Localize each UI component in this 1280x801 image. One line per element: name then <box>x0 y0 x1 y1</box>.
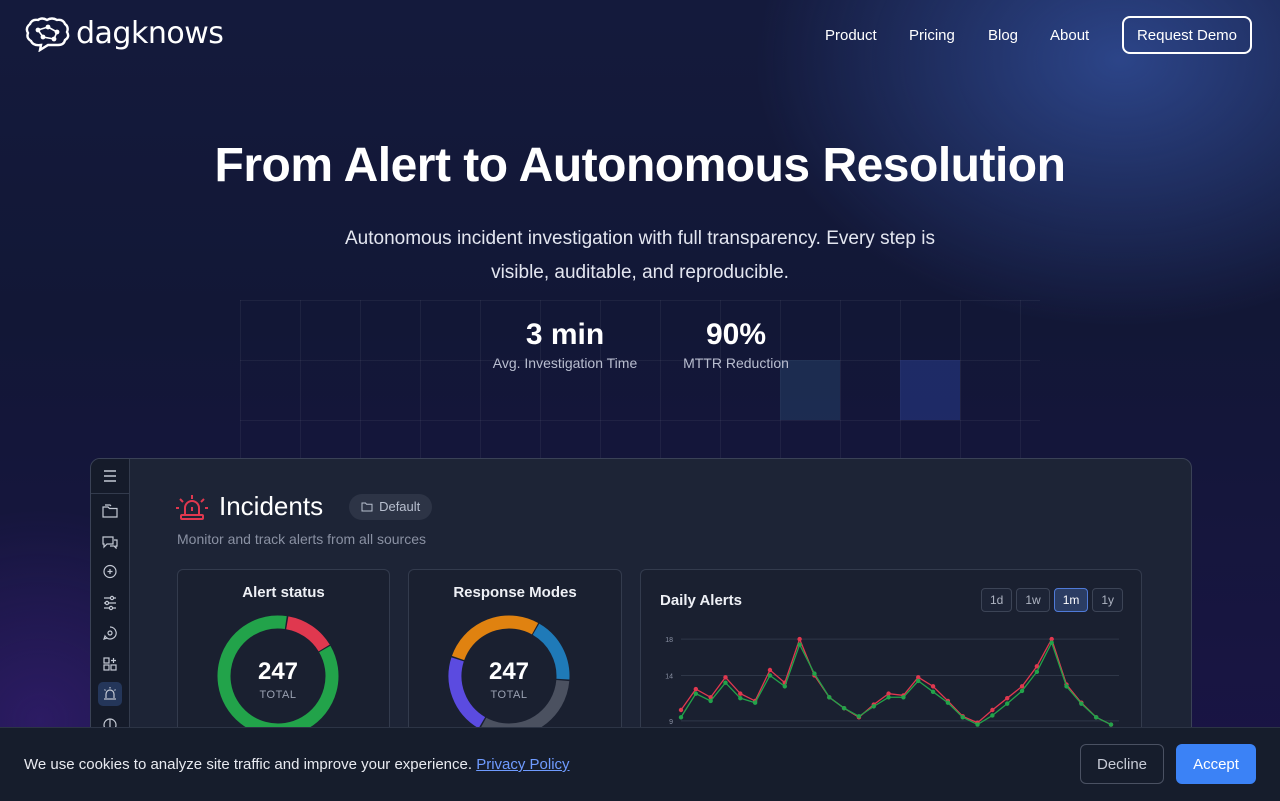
hero-subtitle: Autonomous incident investigation with f… <box>344 228 935 283</box>
data-point[interactable] <box>797 642 802 647</box>
stat-label: MTTR Reduction <box>683 355 789 371</box>
stat-investigation-time: 3 min Avg. Investigation Time <box>484 318 646 371</box>
sliders-icon[interactable] <box>98 591 122 615</box>
folder-icon[interactable] <box>98 499 122 523</box>
response-modes-donut: 247 TOTAL <box>447 614 571 738</box>
card-title: Daily Alerts <box>660 592 742 609</box>
incidents-subtitle: Monitor and track alerts from all source… <box>177 531 426 547</box>
range-1d-button[interactable]: 1d <box>981 588 1013 612</box>
chat-icon[interactable] <box>98 530 122 554</box>
data-point[interactable] <box>1093 715 1099 720</box>
data-point[interactable] <box>767 673 773 678</box>
data-point[interactable] <box>1049 640 1054 645</box>
nav-link-about[interactable]: About <box>1050 27 1089 44</box>
range-1y-button[interactable]: 1y <box>1092 588 1124 612</box>
y-tick-label: 9 <box>669 719 673 726</box>
hero-title: From Alert to Autonomous Resolution <box>214 139 1066 192</box>
grid-highlight-square <box>900 360 960 420</box>
request-demo-button[interactable]: Request Demo <box>1122 16 1252 54</box>
range-1m-button[interactable]: 1m <box>1053 588 1089 612</box>
data-point[interactable] <box>1079 701 1084 706</box>
data-point[interactable] <box>797 636 802 642</box>
data-point[interactable] <box>916 678 921 684</box>
folder-icon <box>361 502 373 511</box>
cookie-message: We use cookies to analyze site traffic a… <box>24 756 570 773</box>
data-point[interactable] <box>767 667 773 673</box>
privacy-policy-link[interactable]: Privacy Policy <box>476 756 569 773</box>
data-point[interactable] <box>1005 701 1010 706</box>
donut-total-label: TOTAL <box>259 689 297 701</box>
data-point[interactable] <box>930 684 936 689</box>
data-point[interactable] <box>678 707 684 713</box>
top-navigation: dagknows Product Pricing Blog About Requ… <box>0 0 1280 72</box>
data-point[interactable] <box>812 671 817 676</box>
data-point[interactable] <box>693 691 699 696</box>
nav-link-product[interactable]: Product <box>825 27 877 44</box>
nav-link-blog[interactable]: Blog <box>988 27 1018 44</box>
data-point[interactable] <box>990 707 995 713</box>
data-point[interactable] <box>990 713 995 718</box>
data-point[interactable] <box>960 715 965 720</box>
card-title: Alert status <box>242 584 325 601</box>
brand-name: dagknows <box>76 16 224 51</box>
daily-alerts-chart: 18 14 9 <box>665 636 1119 727</box>
nav-link-pricing[interactable]: Pricing <box>909 27 955 44</box>
brand-logo[interactable]: dagknows <box>24 16 224 52</box>
page-title: Incidents <box>219 491 324 521</box>
data-point[interactable] <box>886 695 891 700</box>
brain-icon[interactable] <box>98 621 122 645</box>
message-plus-icon[interactable] <box>98 560 122 584</box>
range-selector: 1d 1w 1m 1y <box>981 588 1124 612</box>
series-line <box>680 641 1112 726</box>
data-point[interactable] <box>1064 684 1069 689</box>
data-point[interactable] <box>708 698 713 704</box>
data-point[interactable] <box>841 705 847 711</box>
cookie-banner: We use cookies to analyze site traffic a… <box>0 727 1280 801</box>
data-point[interactable] <box>930 689 936 695</box>
data-point[interactable] <box>827 695 832 700</box>
data-point[interactable] <box>738 691 743 696</box>
alert-status-donut: 247 TOTAL <box>216 614 340 738</box>
y-tick-label: 18 <box>665 637 673 644</box>
stat-value: 90% <box>705 318 767 351</box>
decline-button[interactable]: Decline <box>1080 744 1164 784</box>
dagknows-logo-icon <box>25 17 70 52</box>
data-point[interactable] <box>752 700 758 705</box>
card-title: Response Modes <box>453 584 577 601</box>
stat-label: Avg. Investigation Time <box>492 355 638 371</box>
data-point[interactable] <box>738 695 743 701</box>
data-point[interactable] <box>723 675 728 680</box>
workspace-chip-label: Default <box>379 499 421 514</box>
stat-mttr-reduction: 90% MTTR Reduction <box>678 318 794 371</box>
data-point[interactable] <box>782 684 787 689</box>
data-point[interactable] <box>901 695 906 700</box>
incidents-header: Incidents Default <box>175 491 433 522</box>
data-point[interactable] <box>871 704 876 709</box>
data-point[interactable] <box>1034 669 1040 675</box>
cookie-text: We use cookies to analyze site traffic a… <box>24 756 473 773</box>
data-point[interactable] <box>678 715 684 720</box>
data-point[interactable] <box>856 714 862 719</box>
y-tick-label: 14 <box>665 673 673 680</box>
apps-icon[interactable] <box>98 652 122 676</box>
donut-total-label: TOTAL <box>490 689 528 701</box>
data-point[interactable] <box>723 680 728 685</box>
donut-total: 247 <box>488 658 530 685</box>
stat-value: 3 min <box>525 318 605 351</box>
siren-icon[interactable] <box>98 682 122 706</box>
incident-siren-icon <box>176 494 208 520</box>
data-point[interactable] <box>693 686 699 692</box>
donut-total: 247 <box>257 658 299 685</box>
menu-icon[interactable] <box>91 459 129 494</box>
accept-button[interactable]: Accept <box>1176 744 1256 784</box>
workspace-chip[interactable]: Default <box>349 493 433 520</box>
data-point[interactable] <box>945 700 951 705</box>
data-point[interactable] <box>1019 688 1025 694</box>
data-point[interactable] <box>1005 695 1010 701</box>
range-1w-button[interactable]: 1w <box>1016 588 1050 612</box>
